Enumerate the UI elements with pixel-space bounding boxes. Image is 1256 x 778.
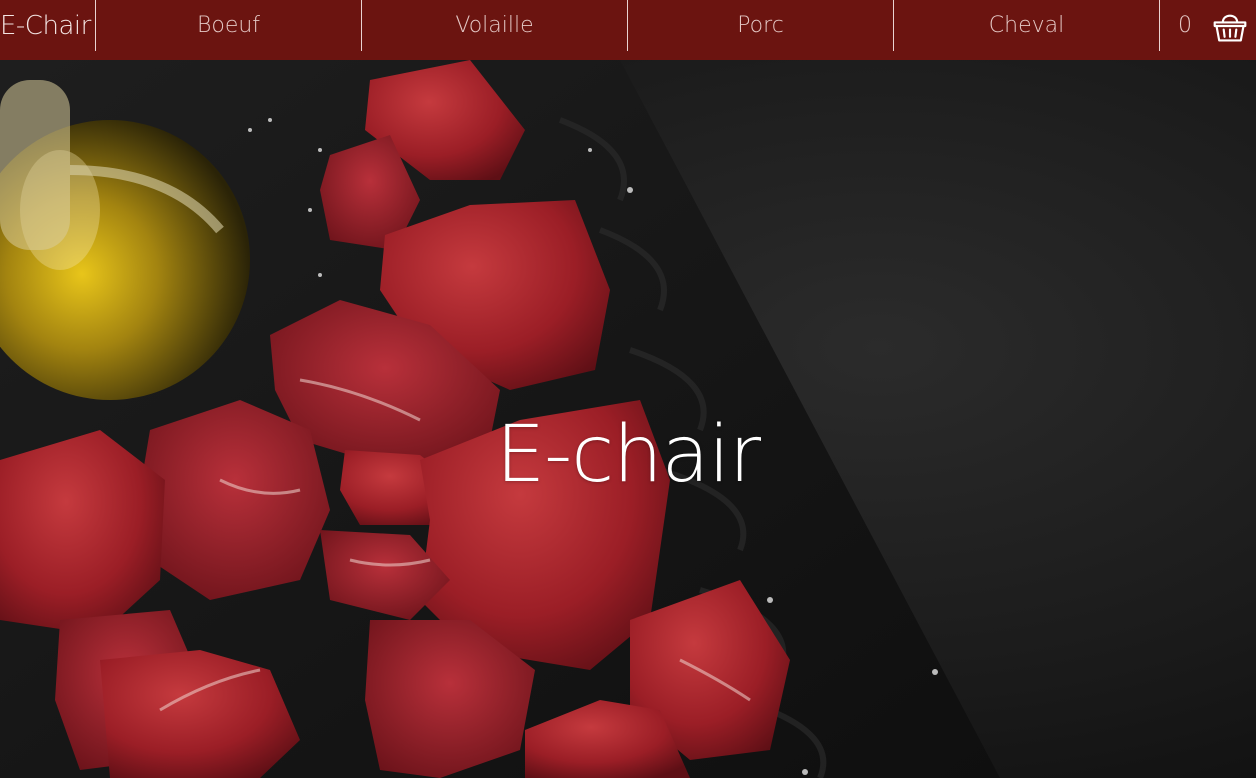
- hero-banner: E-chair: [0, 60, 1256, 778]
- nav-item-porc[interactable]: Porc: [628, 0, 894, 51]
- hero-title: E-chair: [495, 410, 761, 500]
- nav-item-cheval[interactable]: Cheval: [894, 0, 1160, 51]
- cart-count: 0: [1178, 13, 1192, 38]
- top-navbar: E-Chair Boeuf Volaille Porc Cheval 0: [0, 0, 1256, 60]
- nav-item-boeuf[interactable]: Boeuf: [96, 0, 362, 51]
- cart-button[interactable]: 0: [1160, 0, 1256, 51]
- basket-icon: [1213, 14, 1247, 41]
- brand-logo[interactable]: E-Chair: [0, 0, 96, 51]
- nav-item-volaille[interactable]: Volaille: [362, 0, 628, 51]
